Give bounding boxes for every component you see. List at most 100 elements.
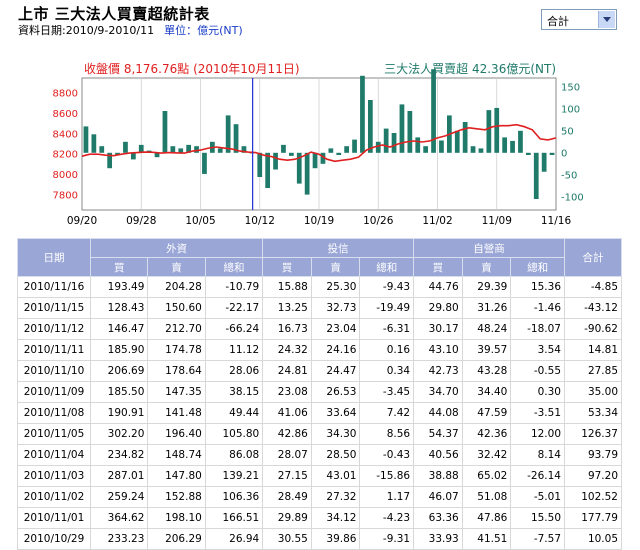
col-dealer: 自營商 — [413, 238, 565, 258]
net-buy-bar — [549, 152, 555, 155]
net-buy-bar — [439, 140, 444, 153]
cell-value: -1.46 — [510, 297, 565, 319]
table-row: 2010/11/03 287.01 147.80 139.21 27.15 43.01 -1… — [17, 465, 622, 487]
cell-value: 11.12 — [204, 339, 264, 361]
cell-value: 43.01 — [310, 465, 361, 487]
cell-value: 41.06 — [262, 402, 312, 424]
net-buy-bar — [265, 152, 271, 188]
cell-value: 259.24 — [89, 486, 149, 508]
net-buy-bar — [533, 152, 539, 199]
col-trust-net: 總和 — [359, 257, 415, 277]
cell-value: 178.64 — [147, 360, 206, 382]
col-trust: 投信 — [262, 238, 415, 258]
institutional-table: 日期 外資 投信 自營商 合計 買 賣 總和 買 賣 總和 買 賣 總和 201… — [17, 238, 622, 550]
cell-date: 2010/11/03 — [17, 465, 91, 487]
net-buy-bar — [281, 144, 286, 153]
cell-value: 26.94 — [204, 528, 264, 550]
net-buy-bar — [494, 107, 500, 153]
cell-value: 42.73 — [413, 360, 463, 382]
col-foreign-sell: 賣 — [147, 257, 206, 277]
cell-value: 29.39 — [461, 276, 512, 298]
cell-value: 42.86 — [262, 423, 312, 445]
cell-value: -0.43 — [359, 444, 415, 466]
col-foreign-buy: 買 — [89, 257, 149, 277]
net-buy-bar — [288, 152, 294, 156]
net-buy-bar — [83, 126, 89, 153]
cell-value: -9.31 — [359, 528, 415, 550]
net-buy-bar — [423, 146, 429, 153]
summary-select[interactable]: 合計 — [541, 9, 617, 30]
left-axis-tick: 8000 — [53, 170, 78, 181]
cell-value: 166.51 — [204, 507, 264, 529]
cell-date: 2010/11/12 — [17, 318, 91, 340]
cell-value: 48.24 — [461, 318, 512, 340]
net-buy-bar — [304, 152, 310, 195]
cell-value: 29.89 — [262, 507, 312, 529]
cell-date: 2010/11/10 — [17, 360, 91, 382]
cell-value: 126.37 — [564, 423, 622, 445]
cell-value: 28.07 — [262, 444, 312, 466]
cell-value: -3.45 — [359, 381, 415, 403]
cell-value: 8.14 — [510, 444, 565, 466]
cell-date: 2010/10/29 — [17, 528, 91, 550]
cell-value: -4.23 — [359, 507, 415, 529]
right-axis-tick: 50 — [561, 126, 574, 137]
table-row: 2010/11/11 185.90 174.78 11.12 24.32 24.16 0.1… — [17, 339, 622, 361]
summary-select-value: 合計 — [547, 15, 569, 28]
cell-value: -3.51 — [510, 402, 565, 424]
x-axis-tick: 10/05 — [185, 215, 215, 227]
cell-value: 10.05 — [564, 528, 622, 550]
cell-date: 2010/11/09 — [17, 381, 91, 403]
cell-value: 23.08 — [262, 381, 312, 403]
cell-value: 44.76 — [413, 276, 463, 298]
cell-value: -0.55 — [510, 360, 565, 382]
subtitle-line: 資料日期:2010/9-2010/11 單位：億元(NT) — [18, 22, 243, 38]
cell-value: 24.47 — [310, 360, 361, 382]
chevron-down-icon[interactable] — [598, 11, 615, 28]
cell-value: -10.79 — [204, 276, 264, 298]
left-axis-tick: 8600 — [53, 109, 78, 120]
cell-value: -18.07 — [510, 318, 565, 340]
net-buy-bar — [518, 130, 523, 153]
cell-value: -4.85 — [564, 276, 622, 298]
cell-value: 24.32 — [262, 339, 312, 361]
cell-value: 30.55 — [262, 528, 312, 550]
cell-value: 28.49 — [262, 486, 312, 508]
cell-value: 41.51 — [461, 528, 512, 550]
cell-value: 128.43 — [89, 297, 149, 319]
x-axis-tick: 11/09 — [482, 215, 512, 227]
cell-value: 40.56 — [413, 444, 463, 466]
cell-date: 2010/11/05 — [17, 423, 91, 445]
cell-value: 86.08 — [204, 444, 264, 466]
net-buy-bar — [478, 148, 484, 153]
net-buy-bar — [415, 137, 421, 153]
cell-value: 177.79 — [564, 507, 622, 529]
cell-value: 32.42 — [461, 444, 512, 466]
cell-value: 146.47 — [89, 318, 149, 340]
cell-value: 150.60 — [147, 297, 206, 319]
net-buy-bar — [510, 140, 515, 153]
cell-value: 185.50 — [89, 381, 149, 403]
cell-date: 2010/11/08 — [17, 402, 91, 424]
cell-value: 148.74 — [147, 444, 206, 466]
net-buy-label: 三大法人買賣超 42.36億元(NT) — [384, 61, 556, 76]
left-axis-tick: 8800 — [53, 89, 78, 100]
cell-value: 34.40 — [461, 381, 512, 403]
cell-value: -9.43 — [359, 276, 415, 298]
net-buy-bar — [525, 152, 531, 155]
left-axis-tick: 8200 — [53, 150, 78, 161]
col-dealer-buy: 買 — [413, 257, 463, 277]
cell-value: 38.15 — [204, 381, 264, 403]
cell-value: 185.90 — [89, 339, 149, 361]
cell-value: 1.17 — [359, 486, 415, 508]
cell-value: 97.20 — [564, 465, 622, 487]
cell-value: 204.28 — [147, 276, 206, 298]
x-axis-tick: 11/16 — [541, 215, 572, 227]
table-row: 2010/11/12 146.47 212.70 -66.24 16.73 23.04 -6… — [17, 318, 622, 340]
net-buy-bar — [486, 110, 492, 153]
col-trust-buy: 買 — [262, 257, 312, 277]
col-total: 合計 — [564, 238, 622, 277]
cell-value: 27.32 — [310, 486, 361, 508]
cell-value: -22.17 — [204, 297, 264, 319]
cell-value: 233.23 — [89, 528, 149, 550]
